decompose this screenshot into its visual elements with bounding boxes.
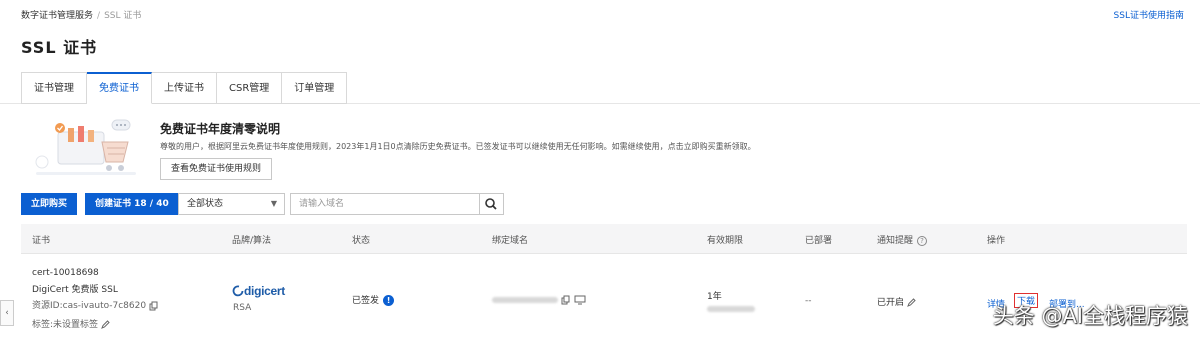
breadcrumb-current: SSL 证书 [104, 11, 142, 21]
edit-icon[interactable] [906, 298, 916, 307]
info-icon[interactable]: ! [383, 295, 395, 306]
col-deployed: 已部署 [805, 236, 833, 246]
status-filter-select[interactable]: 全部状态 ▼ [178, 193, 285, 215]
validity-period: 1年 [707, 292, 722, 302]
page-title: SSL 证书 [21, 38, 98, 57]
tab-order-management[interactable]: 订单管理 [282, 72, 348, 104]
table-header: 证书 品牌/算法 状态 绑定域名 有效期限 已部署 通知提醒? 操作 [21, 224, 1187, 254]
search-button[interactable] [480, 193, 504, 215]
col-notification: 通知提醒? [877, 233, 928, 246]
validity-date [707, 305, 755, 315]
col-actions: 操作 [987, 236, 1006, 246]
chevron-down-icon: ▼ [270, 199, 277, 208]
copy-icon[interactable] [149, 301, 159, 311]
breadcrumb: 数字证书管理服务 / SSL 证书 [21, 8, 141, 21]
copy-icon[interactable] [561, 295, 571, 305]
cert-name: cert-10018698 [32, 268, 99, 278]
create-cert-button[interactable]: 创建证书 18 / 40 [85, 193, 179, 215]
tab-csr-management[interactable]: CSR管理 [217, 72, 283, 104]
col-status: 状态 [352, 236, 371, 246]
notice-title: 免费证书年度清零说明 [160, 122, 281, 136]
buy-now-button[interactable]: 立即购买 [21, 193, 78, 215]
notify-state: 已开启 [877, 295, 916, 308]
monitor-icon[interactable] [574, 295, 586, 305]
bound-domain [492, 295, 586, 306]
col-brand-algorithm: 品牌/算法 [232, 236, 272, 246]
notice-text: 尊敬的用户，根据阿里云免费证书年度使用规则，2023年1月1日0点清除历史免费证… [160, 142, 756, 151]
tab-bar: 证书管理 免费证书 上传证书 CSR管理 订单管理 [21, 72, 348, 104]
scroll-left-button[interactable]: ‹ [0, 300, 14, 326]
digicert-logo-icon [232, 285, 244, 297]
resource-id: 资源ID:cas-ivauto-7c8620 [32, 298, 159, 311]
domain-search-input[interactable]: 请输入域名 [290, 193, 480, 215]
domain-redacted [492, 296, 558, 303]
status-filter-value: 全部状态 [187, 199, 224, 209]
help-icon[interactable]: ? [917, 235, 928, 246]
tag-label: 标签:未设置标签 [32, 317, 110, 330]
breadcrumb-separator: / [97, 11, 101, 21]
watermark: 头条 @AI全栈程序猿 [992, 304, 1188, 328]
cert-product: DigiCert 免费版 SSL [32, 285, 118, 295]
col-cert: 证书 [32, 236, 51, 246]
view-free-cert-rules-button[interactable]: 查看免费证书使用规则 [160, 158, 273, 180]
algorithm: RSA [233, 303, 252, 313]
ssl-guide-link[interactable]: SSL证书使用指南 [1114, 8, 1184, 21]
tab-upload-cert[interactable]: 上传证书 [152, 72, 217, 104]
search-icon [485, 198, 497, 210]
cert-status: 已签发! [352, 293, 395, 306]
top-bar: 数字证书管理服务 / SSL 证书 SSL证书使用指南 [0, 0, 1200, 26]
edit-icon[interactable] [101, 320, 110, 329]
tab-free-certs[interactable]: 免费证书 [87, 72, 152, 104]
digicert-logo: digicert [232, 284, 285, 298]
breadcrumb-root[interactable]: 数字证书管理服务 [21, 11, 93, 21]
deployed-count: -- [805, 296, 812, 306]
shopping-cart-illustration [35, 119, 136, 175]
tab-cert-management[interactable]: 证书管理 [21, 72, 87, 104]
col-validity: 有效期限 [707, 236, 744, 246]
col-bound-domain: 绑定域名 [492, 236, 529, 246]
